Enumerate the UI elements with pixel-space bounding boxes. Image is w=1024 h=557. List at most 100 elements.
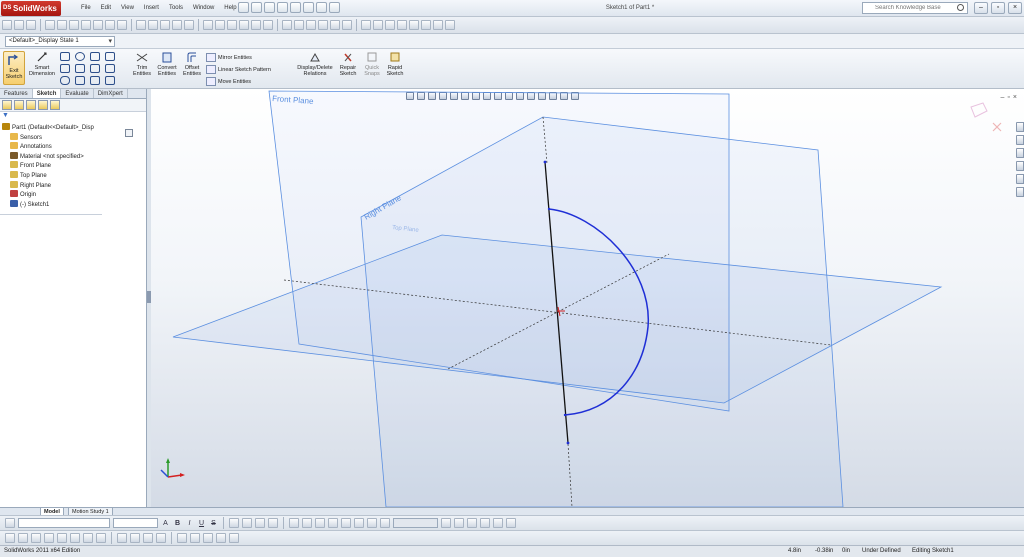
toolbar-icon[interactable] (215, 20, 225, 30)
menu-tools[interactable]: Tools (164, 0, 188, 17)
sketch-point[interactable] (566, 441, 570, 445)
toolbar-icon[interactable] (330, 20, 340, 30)
font-select[interactable] (18, 518, 110, 528)
quick-snaps-button[interactable]: Quick Snaps (361, 51, 383, 77)
exit-sketch-button[interactable]: Exit Sketch (3, 51, 25, 85)
toolbar-icon[interactable] (172, 20, 182, 30)
menu-edit[interactable]: Edit (96, 0, 116, 17)
format-icon[interactable] (493, 518, 503, 528)
toolbar-icon[interactable] (45, 20, 55, 30)
toolbar-icon[interactable] (81, 20, 91, 30)
toolbar-icon[interactable] (160, 20, 170, 30)
format-icon[interactable] (380, 518, 390, 528)
underline-button[interactable]: U (197, 520, 206, 527)
configuration-manager-icon[interactable] (26, 100, 36, 110)
justify-icon[interactable] (268, 518, 278, 528)
toolbar-icon[interactable] (184, 20, 194, 30)
sketch-tool-icon[interactable] (96, 533, 106, 543)
circle-tool-icon[interactable] (75, 52, 85, 61)
toolbar-icon[interactable] (117, 20, 127, 30)
toolbar-icon[interactable] (239, 20, 249, 30)
convert-entities-button[interactable]: Convert Entities (155, 51, 179, 77)
plane-tool-icon[interactable] (105, 76, 115, 85)
property-manager-icon[interactable] (14, 100, 24, 110)
point-tool-icon[interactable] (90, 64, 100, 73)
format-icon[interactable] (441, 518, 451, 528)
format-style-icon[interactable] (5, 518, 15, 528)
toolbar-icon[interactable] (251, 20, 261, 30)
toolbar-icon[interactable] (294, 20, 304, 30)
sketch-point[interactable] (563, 413, 567, 417)
toolbar-icon[interactable] (409, 20, 419, 30)
open-icon[interactable] (251, 2, 262, 13)
italic-button[interactable]: I (185, 520, 194, 527)
toolbar-icon[interactable] (361, 20, 371, 30)
filter-icon[interactable]: ▼ (2, 112, 9, 119)
sketch-tool-icon[interactable] (18, 533, 28, 543)
graphics-area[interactable]: –▫× Front Plane Right Plane Top Plane (151, 89, 1024, 507)
sketch-tool-icon[interactable] (203, 533, 213, 543)
centerline-tool-icon[interactable] (90, 76, 100, 85)
align-right-icon[interactable] (255, 518, 265, 528)
undo-icon[interactable] (290, 2, 301, 13)
toolbar-icon[interactable] (203, 20, 213, 30)
tab-sketch[interactable]: Sketch (32, 89, 62, 98)
format-icon[interactable] (367, 518, 377, 528)
tree-item[interactable]: (-) Sketch1 (0, 199, 146, 210)
slot-tool-icon[interactable] (60, 76, 70, 85)
sketch-tool-icon[interactable] (70, 533, 80, 543)
repair-sketch-button[interactable]: Repair Sketch (337, 51, 359, 77)
tree-item[interactable]: Origin (0, 190, 146, 200)
toolbar-icon[interactable] (136, 20, 146, 30)
polygon-tool-icon[interactable] (75, 76, 85, 85)
sketch-point[interactable] (547, 207, 551, 211)
line-tool-icon[interactable] (60, 52, 70, 61)
toolbar-icon[interactable] (93, 20, 103, 30)
toolbar-icon[interactable] (263, 20, 273, 30)
rapid-sketch-button[interactable]: Rapid Sketch (384, 51, 406, 77)
layer-select[interactable] (393, 518, 438, 528)
strikethrough-button[interactable]: S (209, 520, 218, 527)
toolbar-icon[interactable] (306, 20, 316, 30)
options-icon[interactable] (329, 2, 340, 13)
toolbar-icon[interactable] (342, 20, 352, 30)
tab-dimxpert[interactable]: DimXpert (94, 89, 128, 98)
sketch-tool-icon[interactable] (5, 533, 15, 543)
minimize-button[interactable]: – (974, 2, 988, 14)
sketch-tool-icon[interactable] (31, 533, 41, 543)
dimxpert-manager-icon[interactable] (38, 100, 48, 110)
tree-item[interactable]: Front Plane (0, 161, 146, 171)
toolbar-icon[interactable] (105, 20, 115, 30)
format-icon[interactable] (354, 518, 364, 528)
search-input[interactable] (863, 3, 953, 13)
menu-view[interactable]: View (116, 0, 139, 17)
smart-dimension-button[interactable]: Smart Dimension (28, 51, 56, 77)
sketch-fillet-icon[interactable] (105, 64, 115, 73)
toolbar-icon[interactable] (397, 20, 407, 30)
rectangle-tool-icon[interactable] (60, 64, 70, 73)
format-icon[interactable] (328, 518, 338, 528)
display-state-select[interactable]: <Default>_Display State 1 (5, 36, 115, 47)
sketch-tool-icon[interactable] (130, 533, 140, 543)
toolbar-icon[interactable] (421, 20, 431, 30)
format-icon[interactable] (341, 518, 351, 528)
toolbar-icon[interactable] (14, 20, 24, 30)
toolbar-icon[interactable] (148, 20, 158, 30)
format-icon[interactable] (506, 518, 516, 528)
font-size-select[interactable] (113, 518, 158, 528)
toolbar-icon[interactable] (57, 20, 67, 30)
offset-entities-button[interactable]: Offset Entities (181, 51, 203, 77)
tab-features[interactable]: Features (0, 89, 33, 98)
text-tool-icon[interactable] (105, 52, 115, 61)
trim-entities-button[interactable]: Trim Entities (131, 51, 153, 77)
sketch-tool-icon[interactable] (216, 533, 226, 543)
sketch-tool-icon[interactable] (83, 533, 93, 543)
toolbar-icon[interactable] (373, 20, 383, 30)
sketch-tool-icon[interactable] (117, 533, 127, 543)
sketch-tool-icon[interactable] (57, 533, 67, 543)
spline-tool-icon[interactable] (90, 52, 100, 61)
format-icon[interactable] (315, 518, 325, 528)
model-canvas[interactable]: Front Plane Right Plane Top Plane (151, 89, 1024, 507)
sketch-tool-icon[interactable] (156, 533, 166, 543)
bold-button[interactable]: B (173, 520, 182, 527)
